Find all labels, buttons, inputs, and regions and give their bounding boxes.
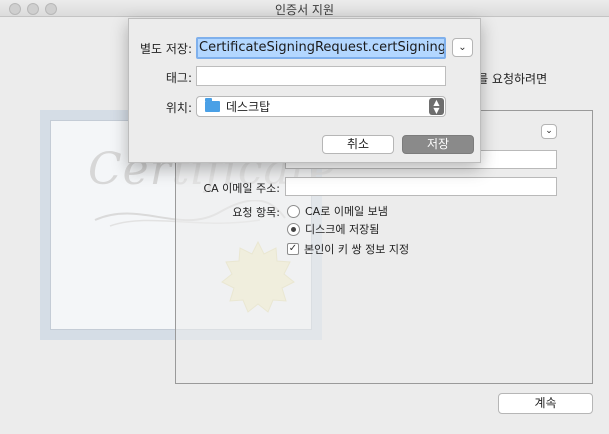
saveas-label: 별도 저장: — [139, 42, 192, 56]
chevron-down-icon: ⌄ — [545, 126, 553, 136]
key-pair-label: 본인이 키 쌍 정보 지정 — [304, 243, 410, 256]
key-pair-option[interactable]: ✓ 본인이 키 쌍 정보 지정 — [287, 241, 409, 257]
ca-email-label: CA 이메일 주소: — [203, 182, 280, 195]
option-save-disk[interactable]: 디스크에 저장됨 — [287, 221, 379, 237]
chevron-down-icon: ⌄ — [458, 42, 467, 53]
window-title: 인증서 지원 — [274, 3, 334, 17]
option-save-disk-label: 디스크에 저장됨 — [305, 223, 380, 236]
saveas-field[interactable]: CertificateSigningRequest.certSigningRe — [196, 37, 446, 59]
where-label: 위치: — [165, 101, 192, 115]
cancel-button[interactable]: 취소 — [322, 135, 394, 154]
radio-save-disk[interactable] — [287, 222, 300, 236]
expand-sheet-button[interactable]: ⌄ — [452, 38, 473, 57]
request-label: 요청 항목: — [232, 206, 280, 219]
certificate-assistant-window: 인증서 지원 Certificate 증서를 요청하려면 ⌄ CA 이메일 주소… — [0, 0, 609, 434]
folder-icon — [205, 98, 220, 112]
updown-arrows-icon: ▲ ▼ — [429, 98, 444, 115]
save-button[interactable]: 저장 — [402, 135, 474, 154]
tags-label: 태그: — [165, 71, 192, 85]
option-email-ca[interactable]: CA로 이메일 보냄 — [287, 203, 388, 219]
radio-email-ca[interactable] — [287, 204, 300, 218]
where-select[interactable]: 데스크탑 ▲ ▼ — [196, 96, 446, 117]
key-pair-checkbox[interactable]: ✓ — [287, 243, 299, 255]
continue-button[interactable]: 계속 — [498, 393, 593, 414]
ca-email-field[interactable] — [285, 177, 557, 196]
saveas-value: CertificateSigningRequest.certSigningRe — [198, 39, 444, 57]
where-value: 데스크탑 — [226, 100, 271, 114]
title-bar: 인증서 지원 — [0, 0, 609, 17]
checkmark-icon: ✓ — [288, 243, 298, 254]
tags-field[interactable] — [196, 66, 446, 86]
save-sheet: 별도 저장: CertificateSigningRequest.certSig… — [128, 18, 481, 163]
email-popup-button[interactable]: ⌄ — [541, 124, 557, 139]
option-email-ca-label: CA로 이메일 보냄 — [305, 205, 388, 218]
